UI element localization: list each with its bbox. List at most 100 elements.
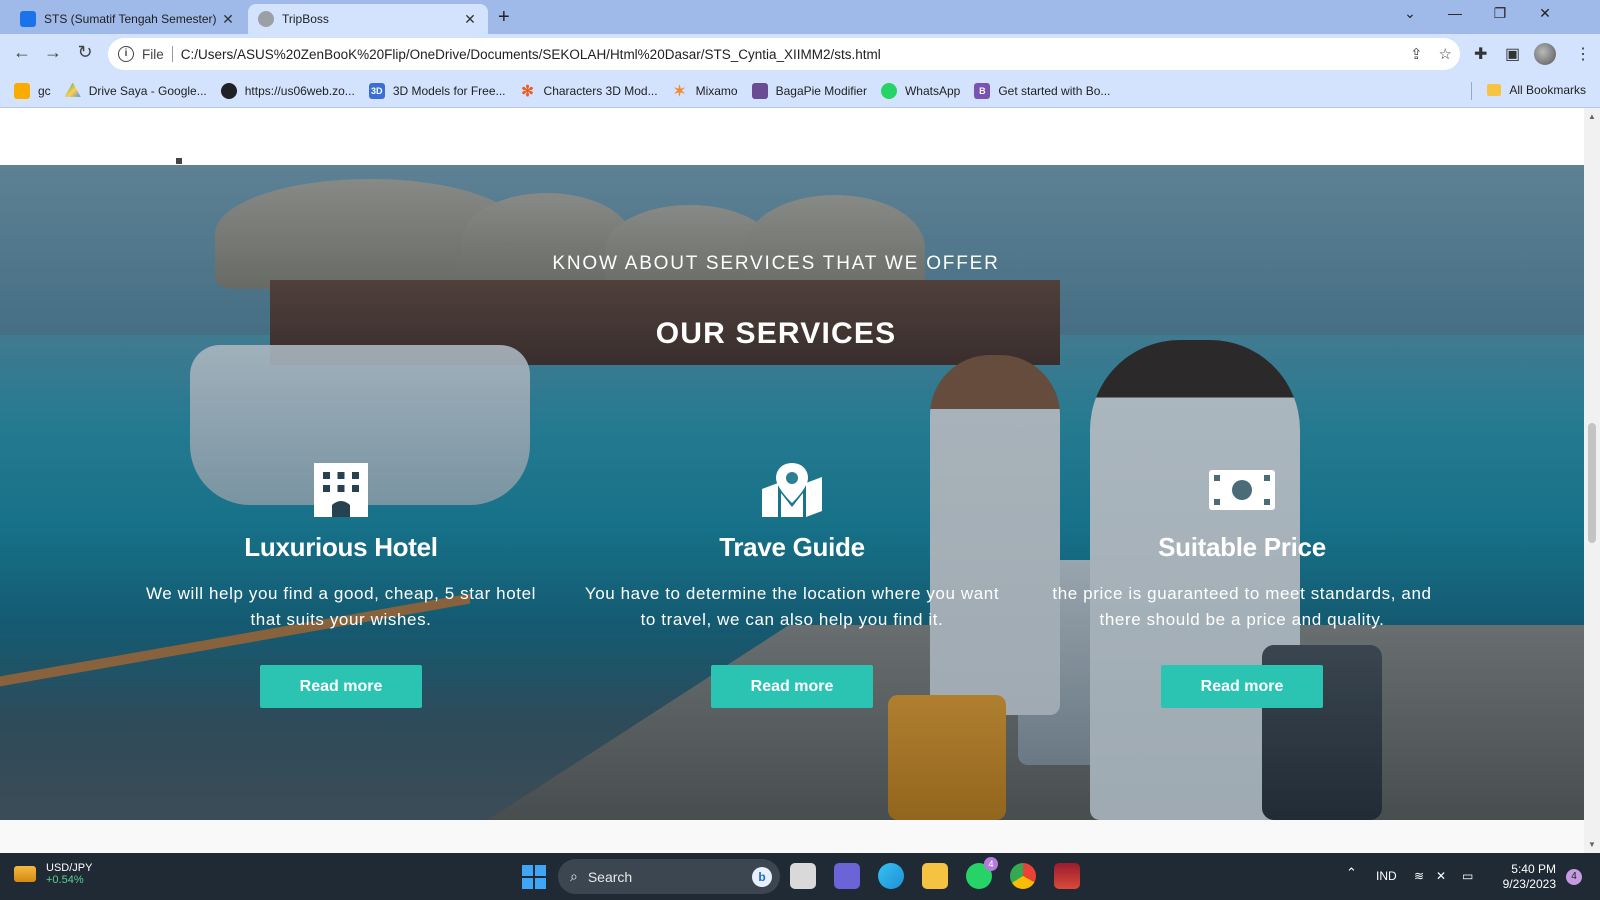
system-clock[interactable]: 5:40 PM 9/23/2023 xyxy=(1492,862,1556,892)
money-bill-icon xyxy=(1022,462,1462,518)
whatsapp-icon xyxy=(880,82,897,99)
service-title: Trave Guide xyxy=(719,532,865,562)
edge-browser-icon[interactable] xyxy=(878,863,904,889)
service-card-price: Suitable Price the price is guaranteed t… xyxy=(1022,462,1462,708)
scroll-up-icon[interactable]: ▲ xyxy=(1584,112,1600,121)
ticker-change: +0.54% xyxy=(46,874,84,886)
section-title: OUR SERVICES xyxy=(655,317,897,350)
side-panel-icon[interactable]: ▣ xyxy=(1505,44,1520,64)
new-tab-icon[interactable]: + xyxy=(498,6,510,29)
bookmark-characters[interactable]: ✻ Characters 3D Mod... xyxy=(520,82,657,100)
scrollbar-thumb[interactable] xyxy=(1588,423,1596,543)
hotel-building-icon xyxy=(121,462,561,518)
close-tab-icon[interactable]: ✕ xyxy=(220,11,236,28)
currency-widget[interactable]: USD/JPY +0.54% xyxy=(14,862,92,886)
file-explorer-icon[interactable] xyxy=(922,863,948,889)
task-view-icon[interactable] xyxy=(790,863,816,889)
windows-start-icon[interactable] xyxy=(522,865,546,889)
battery-icon[interactable]: ▭ xyxy=(1462,869,1473,883)
profile-avatar[interactable] xyxy=(1534,43,1556,65)
address-bar[interactable]: i File C:/Users/ASUS%20ZenBooK%20Flip/On… xyxy=(108,38,1460,70)
service-card-guide: Trave Guide You have to determine the lo… xyxy=(572,462,1012,708)
extensions-puzzle-icon[interactable]: ✚ xyxy=(1474,44,1487,64)
bookmark-zoom[interactable]: https://us06web.zo... xyxy=(220,82,355,99)
close-tab-icon[interactable]: ✕ xyxy=(462,11,478,28)
tab-strip: STS (Sumatif Tengah Semester) C ✕ TripBo… xyxy=(0,0,1600,34)
clock-time: 5:40 PM xyxy=(1511,862,1556,876)
site-info-icon[interactable]: i xyxy=(118,46,134,62)
restore-icon[interactable]: ❐ xyxy=(1488,5,1512,22)
tab-sts[interactable]: STS (Sumatif Tengah Semester) C ✕ xyxy=(10,4,246,34)
menu-kebab-icon[interactable]: ⋮ xyxy=(1575,44,1591,64)
search-icon: ⌕ xyxy=(570,868,578,884)
bookmark-whatsapp[interactable]: WhatsApp xyxy=(880,82,960,99)
3d-icon: 3D xyxy=(368,82,385,99)
close-window-icon[interactable]: ✕ xyxy=(1533,5,1557,22)
bookmark-mixamo[interactable]: ✶ Mixamo xyxy=(672,82,737,100)
service-title: Luxurious Hotel xyxy=(244,532,438,562)
tab-title: STS (Sumatif Tengah Semester) C xyxy=(44,12,220,26)
mixamo-star-icon: ✻ xyxy=(521,82,534,100)
windows-taskbar: USD/JPY +0.54% ⌕ Search b 4 ⌃ IND ≋ ✕ ▭ … xyxy=(0,853,1600,900)
read-more-button[interactable]: Read more xyxy=(711,665,873,708)
forward-icon[interactable]: → xyxy=(41,42,65,63)
teams-chat-icon[interactable] xyxy=(834,863,860,889)
service-description: You have to determine the location where… xyxy=(584,584,1000,629)
all-bookmarks-label: All Bookmarks xyxy=(1509,83,1586,97)
url-text[interactable]: C:/Users/ASUS%20ZenBooK%20Flip/OneDrive/… xyxy=(181,47,881,62)
currency-icon xyxy=(14,866,36,882)
bookmark-label: https://us06web.zo... xyxy=(244,83,355,98)
notification-badge[interactable]: 4 xyxy=(1566,869,1582,885)
services-content: KNOW ABOUT SERVICES THAT WE OFFER OUR SE… xyxy=(0,165,1584,820)
tray-chevron-icon[interactable]: ⌃ xyxy=(1346,865,1357,881)
back-icon[interactable]: ← xyxy=(10,42,34,63)
globe-tab-favicon-icon xyxy=(258,11,274,27)
page-scrollbar[interactable]: ▲ ▼ xyxy=(1584,108,1600,853)
bookmarks-bar: gc Drive Saya - Google... https://us06we… xyxy=(0,74,1600,108)
minimize-icon[interactable]: — xyxy=(1443,5,1467,21)
chrome-icon[interactable] xyxy=(1010,863,1036,889)
bing-icon[interactable]: b xyxy=(752,867,772,887)
wifi-icon[interactable]: ≋ xyxy=(1414,869,1424,883)
tab-search-chevron-icon[interactable]: ⌄ xyxy=(1398,5,1422,22)
bookmark-label: 3D Models for Free... xyxy=(392,83,506,98)
whatsapp-taskbar-icon[interactable]: 4 xyxy=(966,857,998,889)
tab-title: TripBoss xyxy=(282,12,329,26)
bookmark-star-icon[interactable]: ☆ xyxy=(1439,45,1452,63)
services-section: KNOW ABOUT SERVICES THAT WE OFFER OUR SE… xyxy=(0,165,1584,820)
classroom-icon xyxy=(14,82,30,99)
all-bookmarks-button[interactable]: All Bookmarks xyxy=(1487,83,1586,97)
bookmark-bagapie[interactable]: BagaPie Modifier xyxy=(751,82,867,99)
bookmark-label: gc xyxy=(38,83,51,98)
read-more-button[interactable]: Read more xyxy=(1161,665,1323,708)
ticker-symbol: USD/JPY xyxy=(46,862,93,874)
page-viewport: KNOW ABOUT SERVICES THAT WE OFFER OUR SE… xyxy=(0,108,1584,853)
share-icon[interactable]: ⇪ xyxy=(1410,45,1423,63)
map-location-icon xyxy=(572,462,1012,518)
bootstrap-icon: B xyxy=(974,82,991,99)
read-more-button[interactable]: Read more xyxy=(260,665,422,708)
service-card-hotel: Luxurious Hotel We will help you find a … xyxy=(121,462,561,708)
bookmark-drive[interactable]: Drive Saya - Google... xyxy=(64,82,207,99)
bookmark-gc[interactable]: gc xyxy=(14,82,51,99)
scroll-down-icon[interactable]: ▼ xyxy=(1584,840,1600,849)
winrar-icon[interactable] xyxy=(1054,863,1080,889)
bagapie-icon xyxy=(751,82,768,99)
bookmark-3d-models[interactable]: 3D 3D Models for Free... xyxy=(368,82,506,99)
reload-icon[interactable]: ↻ xyxy=(73,42,97,63)
bookmark-bootstrap[interactable]: B Get started with Bo... xyxy=(974,82,1110,99)
tab-tripboss[interactable]: TripBoss ✕ xyxy=(248,4,488,34)
mixamo-icon: ✶ xyxy=(673,82,686,100)
service-title: Suitable Price xyxy=(1158,532,1326,562)
whatsapp-badge: 4 xyxy=(984,857,998,871)
next-section-strip xyxy=(0,820,1584,853)
service-description: We will help you find a good, cheap, 5 s… xyxy=(145,584,537,629)
taskbar-search[interactable]: ⌕ Search b xyxy=(558,859,780,894)
search-label: Search xyxy=(587,868,633,885)
volume-muted-icon[interactable]: ✕ xyxy=(1436,869,1446,883)
bookmarks-divider xyxy=(1471,82,1472,100)
scheme-label: File xyxy=(142,46,164,62)
folder-icon xyxy=(1487,84,1502,96)
drive-icon xyxy=(64,82,81,97)
input-language[interactable]: IND xyxy=(1376,869,1397,883)
